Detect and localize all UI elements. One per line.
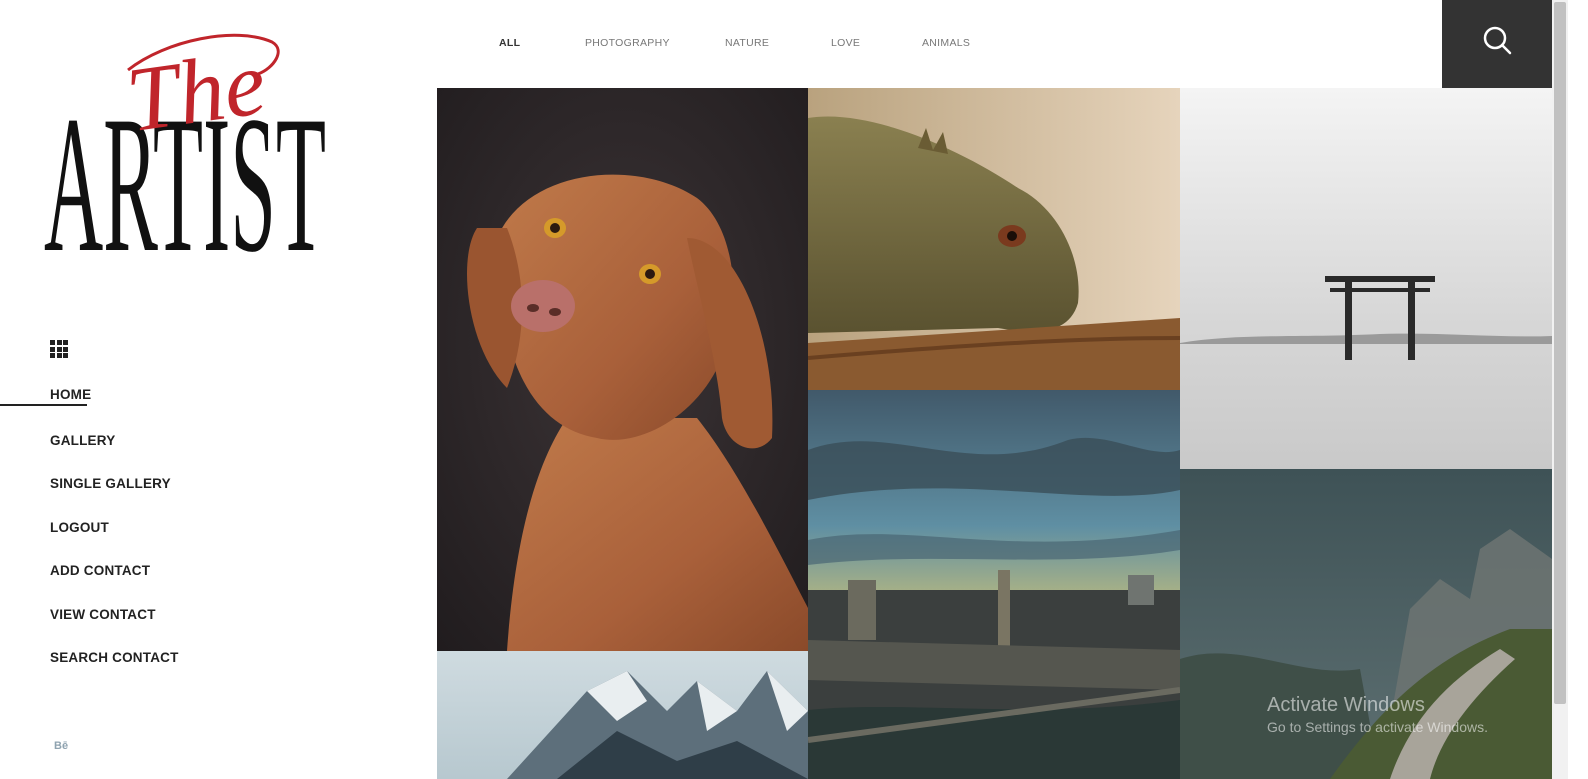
gallery-item-mountain-path[interactable]: [1180, 469, 1552, 779]
gallery-item-dog[interactable]: [437, 88, 808, 651]
site-logo[interactable]: ARTIST The: [36, 30, 336, 293]
gallery-item-city[interactable]: [808, 390, 1180, 779]
nav-search-contact[interactable]: SEARCH CONTACT: [50, 650, 179, 665]
filter-all[interactable]: ALL: [499, 37, 520, 49]
dog-photo: [437, 88, 808, 651]
nav-single-gallery[interactable]: SINGLE GALLERY: [50, 476, 171, 491]
scrollbar-thumb[interactable]: [1554, 2, 1566, 704]
iguana-photo: [808, 88, 1180, 390]
gallery-item-torii[interactable]: [1180, 88, 1552, 469]
behance-icon[interactable]: Bē: [54, 740, 68, 752]
torii-photo: [1180, 88, 1552, 469]
nav-home[interactable]: HOME: [50, 387, 91, 402]
nav-active-indicator: [0, 404, 87, 406]
filter-photography[interactable]: PHOTOGRAPHY: [585, 37, 670, 49]
nav-add-contact[interactable]: ADD CONTACT: [50, 563, 150, 578]
mountain-path-photo: [1180, 469, 1552, 779]
logo-script-text: The: [121, 31, 272, 151]
city-photo: [808, 390, 1180, 779]
search-button[interactable]: [1442, 0, 1552, 88]
snowy-peaks-photo: [437, 651, 808, 779]
search-icon: [1483, 26, 1512, 55]
filter-nature[interactable]: NATURE: [725, 37, 769, 49]
page-edge: [1568, 0, 1588, 779]
filter-animals[interactable]: ANIMALS: [922, 37, 970, 49]
gallery-item-snowy-peaks[interactable]: [437, 651, 808, 779]
gallery-item-iguana[interactable]: [808, 88, 1180, 390]
apps-grid-icon[interactable]: [50, 340, 68, 358]
nav-logout[interactable]: LOGOUT: [50, 520, 109, 535]
filter-love[interactable]: LOVE: [831, 37, 860, 49]
nav-view-contact[interactable]: VIEW CONTACT: [50, 607, 156, 622]
nav-gallery[interactable]: GALLERY: [50, 433, 115, 448]
